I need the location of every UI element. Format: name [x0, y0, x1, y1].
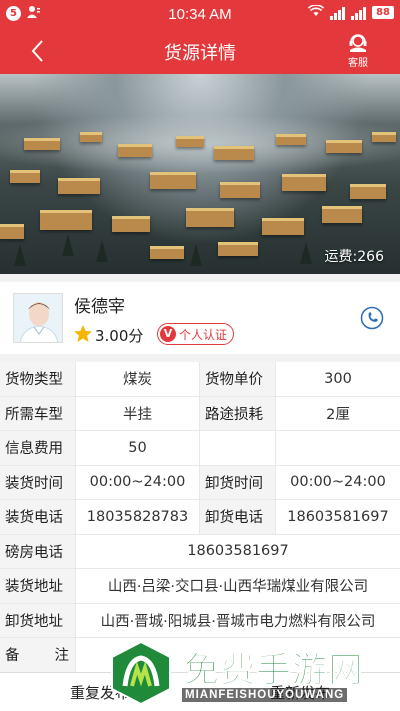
label-remark-a: 备: [5, 648, 20, 665]
signal-icon-sim2: [351, 6, 367, 20]
value-unloading-time: 00:00~24:00: [290, 474, 386, 491]
value-cargo-type: 煤炭: [76, 362, 200, 396]
label-info-fee: 信息费用: [0, 431, 76, 465]
wifi-icon: [308, 4, 325, 20]
signal-icon-sim1: [330, 6, 346, 20]
verified-v-icon: V: [160, 326, 176, 342]
label-route-loss: 路途损耗: [200, 396, 276, 430]
label-vehicle-type: 所需车型: [0, 396, 76, 430]
table-row: 装货时间 00:00~24:00 卸货时间 00:00~24:00: [0, 465, 400, 500]
service-label: 客服: [348, 58, 368, 69]
verified-label: 个人认证: [179, 327, 228, 342]
label-weighbridge-phone: 磅房电话: [0, 534, 76, 568]
battery-level: 88: [372, 6, 394, 19]
label-remark-b: 注: [54, 648, 70, 665]
value-vehicle-type: 半挂: [76, 396, 200, 430]
value-info-fee: 50: [76, 431, 200, 465]
table-row: 所需车型 半挂 路途损耗 2厘: [0, 396, 400, 431]
value-unit-price: 300: [324, 370, 352, 387]
star-icon: [73, 324, 93, 348]
shipper-profile-card: 侯德宰 3.00分 V 个人认证: [0, 282, 400, 354]
label-unit-price: 货物单价: [200, 362, 276, 396]
table-row: 装货电话 18035828783 卸货电话 18603581697: [0, 500, 400, 535]
table-row: 装货地址 山西·吕梁·交口县·山西华瑞煤业有限公司: [0, 569, 400, 604]
shipper-rating: 3.00分: [95, 327, 144, 345]
phone-icon: [360, 306, 384, 330]
verified-badge: V 个人认证: [157, 323, 235, 345]
value-loading-time: 00:00~24:00: [76, 465, 200, 499]
page-title: 货源详情: [164, 43, 236, 64]
cargo-details-table: 货物类型 煤炭 货物单价 300 所需车型 半挂 路途损耗 2厘 信息费用 50…: [0, 362, 400, 673]
label-remark: 备 注: [0, 638, 76, 672]
call-shipper-button[interactable]: [360, 306, 384, 334]
value-loading-phone[interactable]: 18035828783: [76, 500, 200, 534]
label-loading-address: 装货地址: [0, 569, 76, 603]
watermark-brand: 免费手游网: [183, 651, 365, 692]
value-unloading-phone[interactable]: 18603581697: [276, 500, 400, 534]
label-unloading-phone: 卸货电话: [200, 500, 276, 534]
label-unloading-address: 卸货地址: [0, 603, 76, 637]
table-row: 信息费用 50: [0, 431, 400, 466]
customer-service-button[interactable]: 客服: [344, 33, 372, 69]
user-avatar-icon: [19, 302, 59, 342]
value-unloading-address: 山西·晋城·阳城县·晋城市电力燃料有限公司: [100, 613, 376, 630]
watermark-domain: MIANFEISHOUYOUWANG: [182, 688, 348, 702]
site-watermark: 免费手游网 MIANFEISHOUYOUWANG: [108, 638, 398, 711]
freight-cost: 运费:266: [324, 249, 384, 265]
table-row: 卸货地址 山西·晋城·阳城县·晋城市电力燃料有限公司: [0, 603, 400, 638]
empty-label-cell: [200, 431, 276, 465]
label-unloading-time: 卸货时间: [200, 465, 276, 499]
watermark-logo-icon: [108, 640, 174, 706]
value-weighbridge-phone[interactable]: 18603581697: [76, 535, 400, 569]
value-loading-address: 山西·吕梁·交口县·山西华瑞煤业有限公司: [107, 579, 369, 596]
title-bar: 货源详情 客服: [0, 28, 400, 74]
table-row: 货物类型 煤炭 货物单价 300: [0, 362, 400, 397]
headset-icon: [349, 34, 367, 52]
shipper-name: 侯德宰: [74, 297, 125, 317]
label-loading-time: 装货时间: [0, 465, 76, 499]
avatar: [13, 293, 63, 343]
status-bar: 5 10:34 AM 88: [0, 0, 400, 28]
label-cargo-type: 货物类型: [0, 362, 76, 396]
value-route-loss: 2厘: [326, 406, 350, 423]
empty-value-cell: [276, 431, 400, 465]
cargo-banner-image: 运费:266: [0, 74, 400, 274]
table-row: 磅房电话 18603581697: [0, 534, 400, 569]
label-loading-phone: 装货电话: [0, 500, 76, 534]
